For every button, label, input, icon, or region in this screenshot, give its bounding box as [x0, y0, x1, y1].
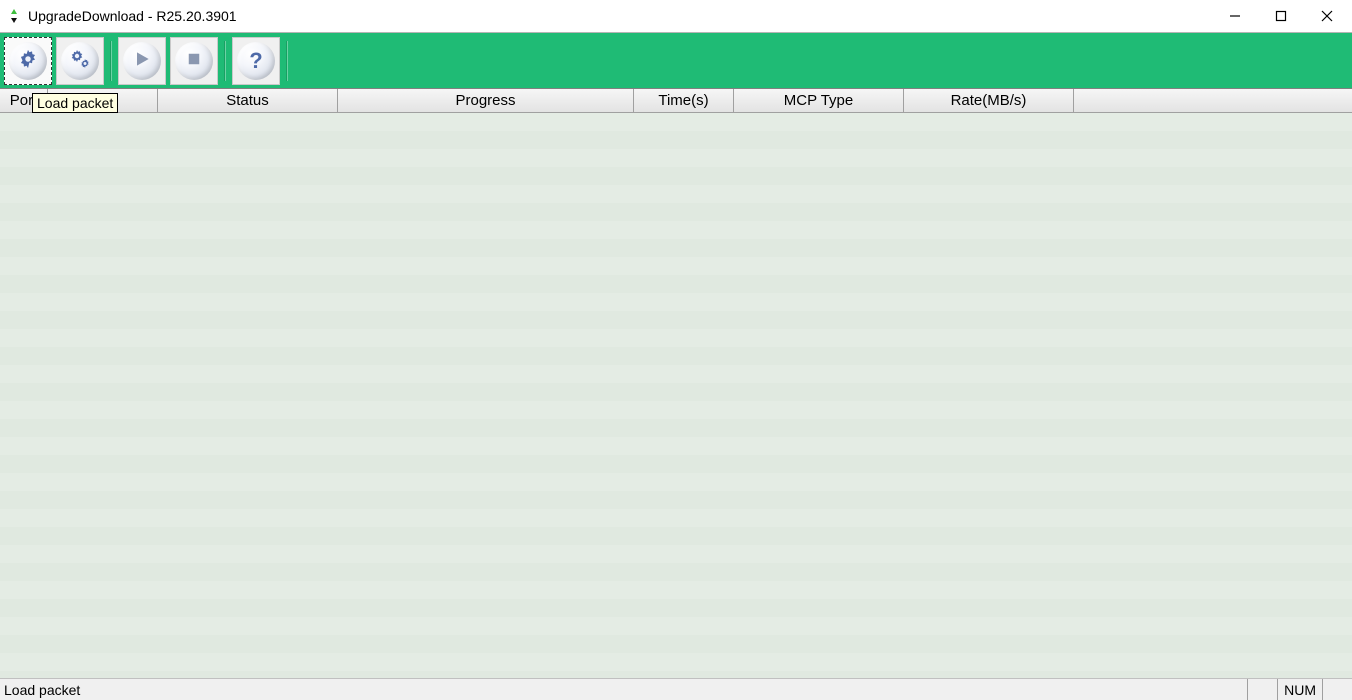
toolbar: ? — [0, 32, 1352, 89]
maximize-button[interactable] — [1258, 0, 1304, 32]
question-icon: ? — [249, 48, 262, 74]
status-cell-num: NUM — [1277, 679, 1322, 700]
start-button[interactable] — [118, 37, 166, 85]
tooltip-load-packet: Load packet — [32, 93, 118, 113]
statusbar: Load packet NUM — [0, 678, 1352, 700]
toolbar-divider — [110, 41, 112, 81]
header-mcp-type[interactable]: MCP Type — [734, 89, 904, 112]
app-icon — [6, 8, 22, 24]
help-button[interactable]: ? — [232, 37, 280, 85]
play-icon — [132, 49, 152, 72]
window-controls — [1212, 0, 1350, 32]
header-status[interactable]: Status — [158, 89, 338, 112]
minimize-button[interactable] — [1212, 0, 1258, 32]
header-progress[interactable]: Progress — [338, 89, 634, 112]
table-body[interactable] — [0, 113, 1352, 678]
close-button[interactable] — [1304, 0, 1350, 32]
titlebar: UpgradeDownload - R25.20.3901 — [0, 0, 1352, 32]
toolbar-divider — [286, 41, 288, 81]
status-text: Load packet — [0, 682, 84, 698]
stop-button[interactable] — [170, 37, 218, 85]
double-gear-icon — [68, 47, 92, 74]
table-header: Port Step Status Progress Time(s) MCP Ty… — [0, 89, 1352, 113]
header-rate[interactable]: Rate(MB/s) — [904, 89, 1074, 112]
header-time[interactable]: Time(s) — [634, 89, 734, 112]
status-cell-empty — [1247, 679, 1277, 700]
gear-icon — [17, 48, 39, 73]
load-packet-button[interactable] — [4, 37, 52, 85]
status-cell-grip — [1322, 679, 1352, 700]
toolbar-divider — [224, 41, 226, 81]
stop-icon — [185, 50, 203, 71]
settings-button[interactable] — [56, 37, 104, 85]
window-title: UpgradeDownload - R25.20.3901 — [28, 8, 237, 24]
header-extra[interactable] — [1074, 89, 1352, 112]
